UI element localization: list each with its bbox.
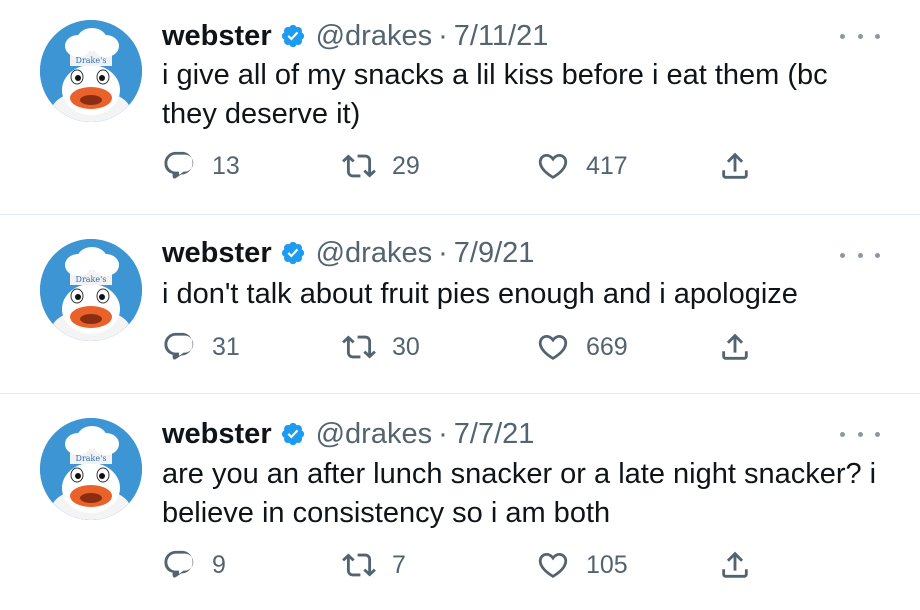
tweet-header: webster @drakes · 7/9/21	[162, 236, 534, 270]
reply-button[interactable]: 9	[162, 545, 226, 585]
tweet-date[interactable]: 7/11/21	[454, 20, 549, 53]
tweet-actions: 31 30 669	[0, 327, 920, 367]
tweet-text: are you an after lunch snacker or a late…	[162, 458, 877, 529]
more-dots-icon[interactable]	[840, 245, 880, 265]
drakes-duck-avatar-icon: Drake's	[40, 239, 142, 341]
separator-dot: ·	[438, 236, 448, 269]
display-name[interactable]: webster	[162, 237, 272, 270]
reply-count: 31	[212, 332, 240, 361]
tweet-header: webster @drakes · 7/11/21	[162, 19, 548, 53]
reply-icon	[164, 550, 194, 578]
tweet[interactable]: Drake's webster @drakes · 7/9/21 i don't…	[0, 215, 920, 393]
tweet-date[interactable]: 7/7/21	[454, 418, 535, 451]
heart-icon	[538, 153, 568, 179]
tweet[interactable]: Drake's webster @drakes · 7/7/21 are you…	[0, 394, 920, 610]
user-handle[interactable]: @drakes	[316, 418, 432, 451]
reply-icon	[164, 151, 194, 179]
retweet-count: 7	[392, 550, 406, 579]
svg-text:Drake's: Drake's	[76, 275, 107, 284]
reply-button[interactable]: 31	[162, 327, 240, 367]
retweet-icon	[342, 154, 376, 178]
tweet-actions: 13 29 417	[0, 146, 920, 186]
tweet[interactable]: Drake's webster @drakes · 7/11/21 i give…	[0, 0, 920, 214]
like-button[interactable]: 417	[536, 146, 628, 186]
tweet-date[interactable]: 7/9/21	[454, 237, 535, 270]
reply-count: 9	[212, 550, 226, 579]
retweet-icon	[342, 335, 376, 359]
heart-icon	[538, 552, 568, 578]
user-handle[interactable]: @drakes	[316, 20, 432, 53]
more-dots-icon[interactable]	[840, 26, 880, 46]
retweet-count: 29	[392, 151, 420, 180]
verified-badge-icon	[281, 422, 304, 446]
like-button[interactable]: 669	[536, 327, 628, 367]
retweet-button[interactable]: 29	[342, 146, 420, 186]
verified-badge-icon	[281, 241, 304, 265]
display-name[interactable]: webster	[162, 20, 272, 53]
like-count: 105	[586, 550, 628, 579]
reply-icon	[164, 332, 194, 360]
tweet-text: i give all of my snacks a lil kiss befor…	[162, 59, 828, 130]
more-dots-icon[interactable]	[840, 424, 880, 444]
retweet-icon	[342, 553, 376, 577]
share-icon	[722, 333, 748, 360]
drakes-duck-avatar-icon: Drake's	[40, 20, 142, 122]
svg-text:Drake's: Drake's	[76, 454, 107, 463]
heart-icon	[538, 334, 568, 360]
share-icon	[722, 551, 748, 578]
tweet-header: webster @drakes · 7/7/21	[162, 417, 534, 451]
display-name[interactable]: webster	[162, 418, 272, 451]
reply-button[interactable]: 13	[162, 146, 240, 186]
separator-dot: ·	[438, 417, 448, 450]
avatar[interactable]: Drake's	[40, 20, 142, 122]
like-button[interactable]: 105	[536, 545, 628, 585]
separator-dot: ·	[438, 19, 448, 52]
like-count: 669	[586, 332, 628, 361]
svg-text:Drake's: Drake's	[76, 56, 107, 65]
share-button[interactable]	[718, 545, 752, 585]
tweet-actions: 9 7 105	[0, 545, 920, 585]
retweet-button[interactable]: 7	[342, 545, 406, 585]
reply-count: 13	[212, 151, 240, 180]
avatar[interactable]: Drake's	[40, 418, 142, 520]
verified-badge-icon	[281, 24, 304, 48]
share-icon	[722, 152, 748, 179]
retweet-count: 30	[392, 332, 420, 361]
drakes-duck-avatar-icon: Drake's	[40, 418, 142, 520]
user-handle[interactable]: @drakes	[316, 237, 432, 270]
share-button[interactable]	[718, 146, 752, 186]
tweet-text: i don't talk about fruit pies enough and…	[162, 278, 798, 310]
like-count: 417	[586, 151, 628, 180]
retweet-button[interactable]: 30	[342, 327, 420, 367]
avatar[interactable]: Drake's	[40, 239, 142, 341]
share-button[interactable]	[718, 327, 752, 367]
